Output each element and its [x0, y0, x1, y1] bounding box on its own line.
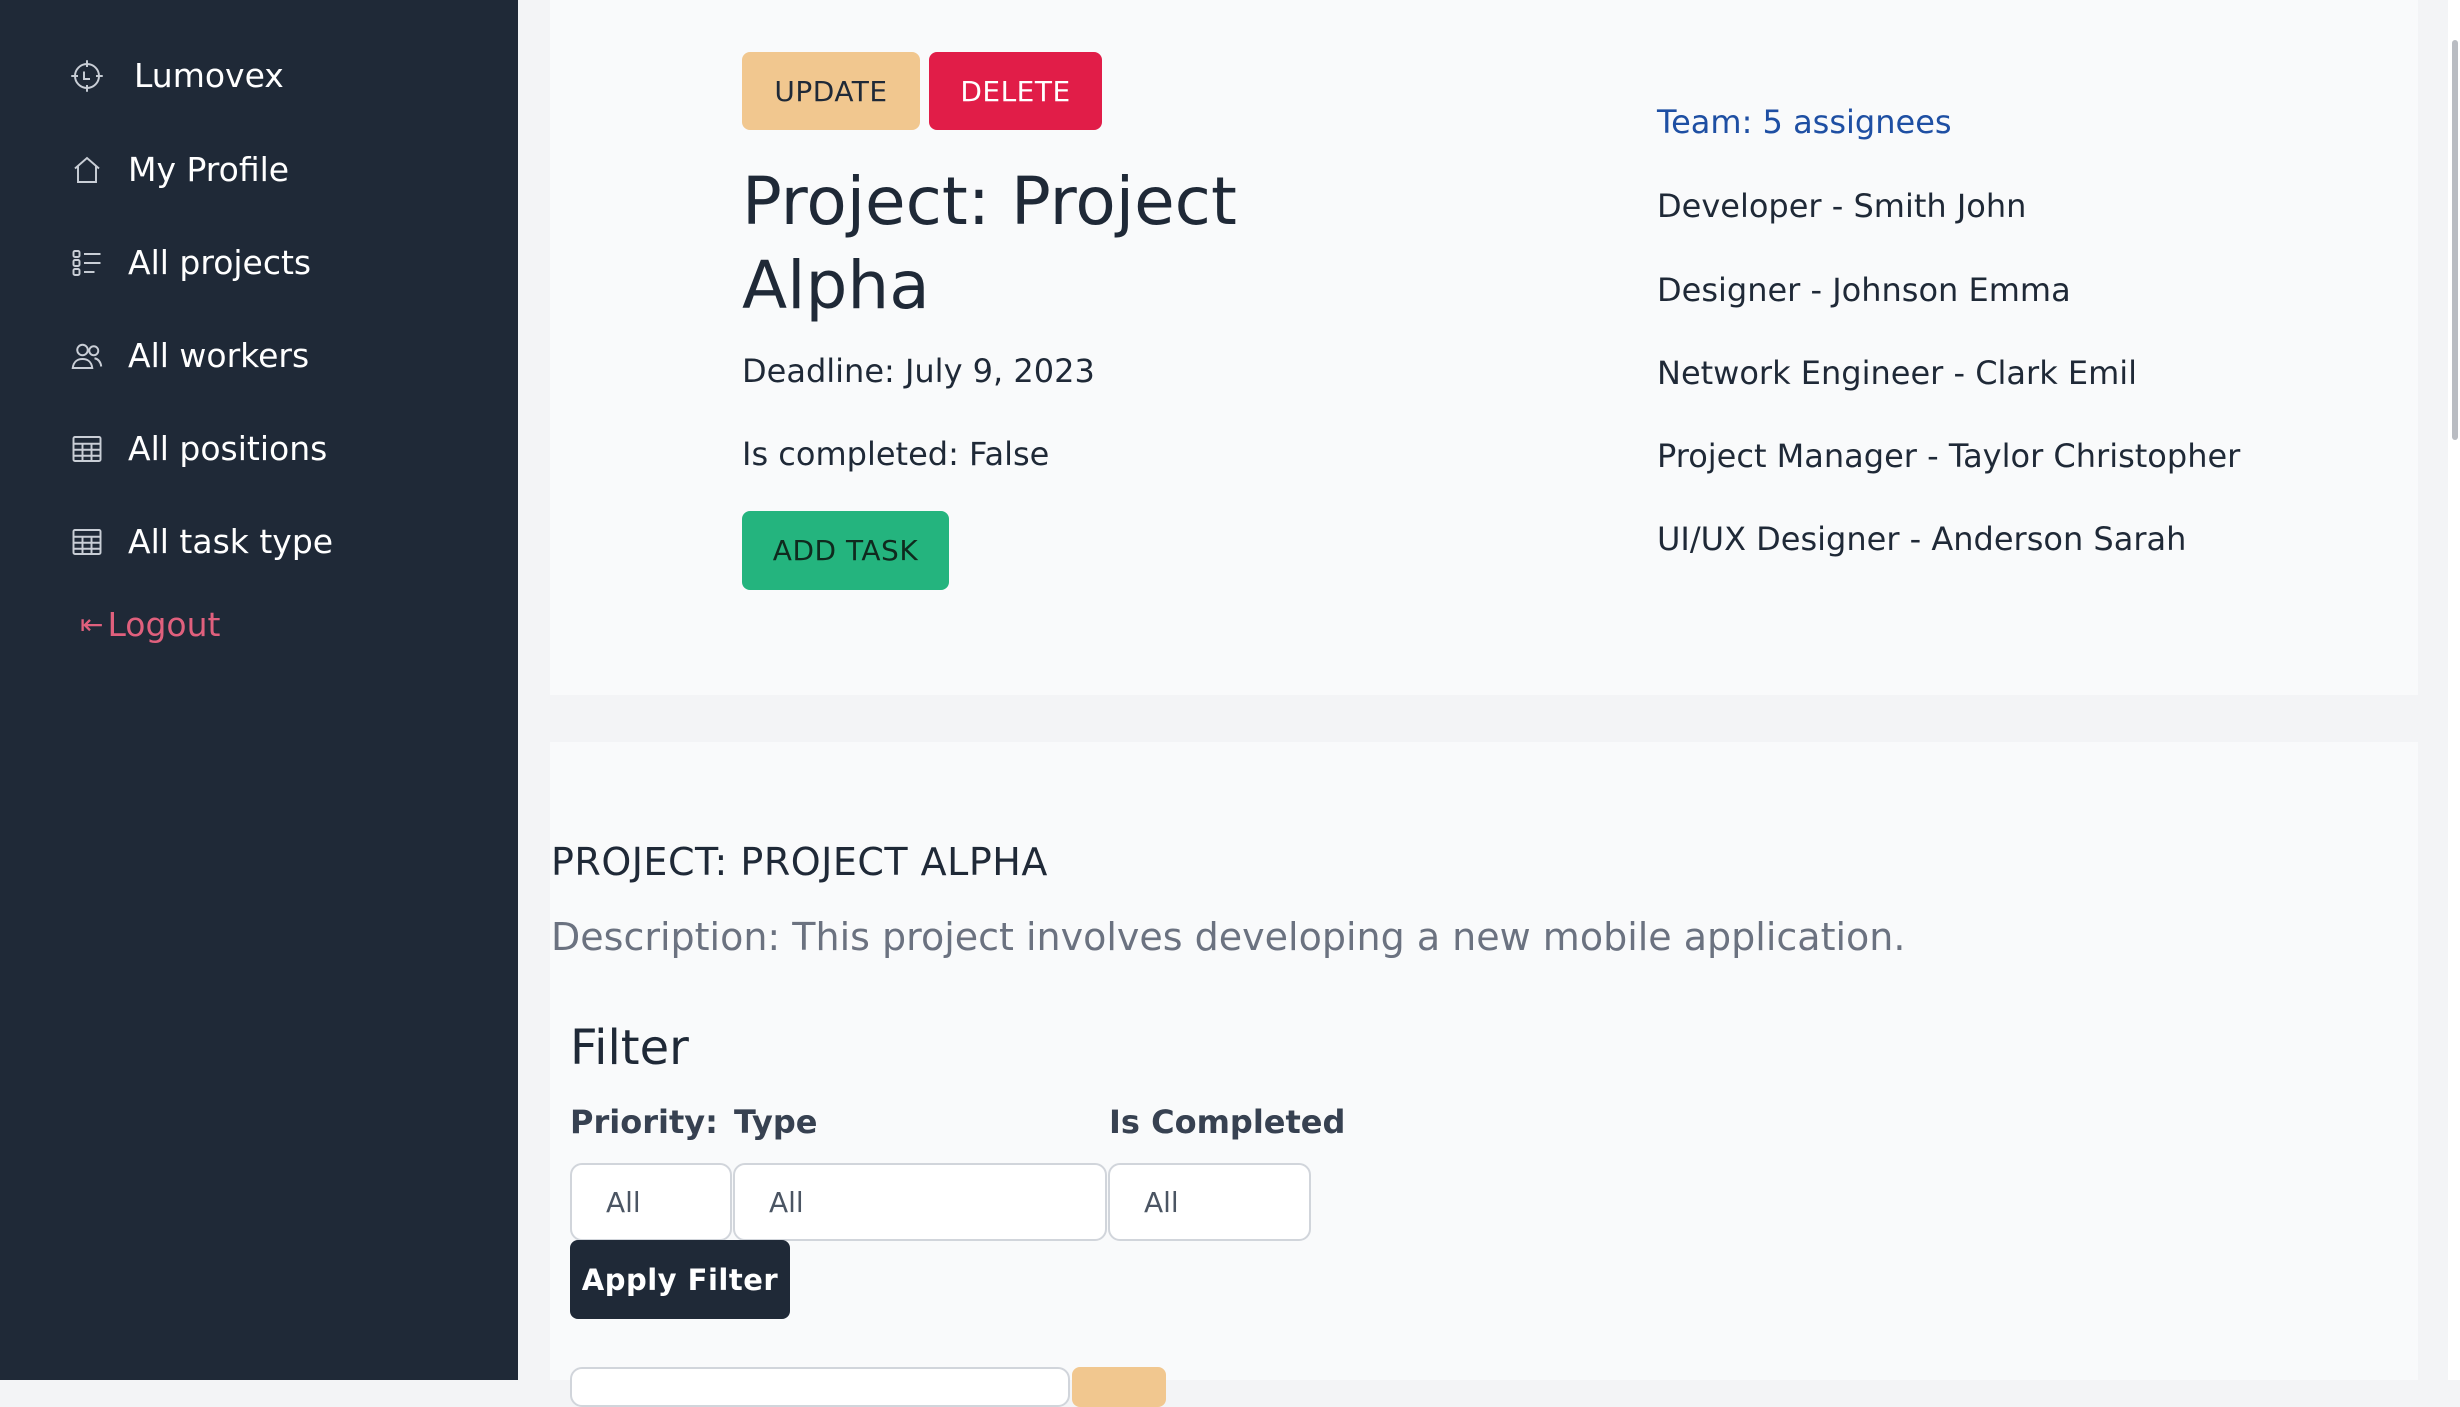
sidebar: Lumovex My Profile All projects All work… [0, 0, 518, 1380]
sidebar-item-label: All task type [128, 522, 334, 561]
team-member: Developer - Smith John [1657, 187, 2027, 225]
page-title: Project: Project Alpha [742, 163, 1237, 324]
team-member: Network Engineer - Clark Emil [1657, 354, 2138, 392]
search-input[interactable] [570, 1367, 1070, 1407]
sidebar-item-my-profile[interactable]: My Profile [68, 150, 289, 189]
sidebar-item-label: All positions [128, 429, 328, 468]
type-label: Type [734, 1103, 818, 1141]
team-member: Designer - Johnson Emma [1657, 271, 2071, 309]
update-button[interactable]: UPDATE [742, 52, 920, 130]
scrollbar-thumb[interactable] [2452, 40, 2458, 440]
completed-select[interactable]: All [1108, 1163, 1311, 1241]
type-select[interactable]: All [733, 1163, 1107, 1241]
project-description: Description: This project involves devel… [551, 915, 1906, 959]
team-member: Project Manager - Taylor Christopher [1657, 437, 2241, 475]
users-icon [68, 337, 106, 375]
delete-button[interactable]: DELETE [929, 52, 1102, 130]
project-deadline: Deadline: July 9, 2023 [742, 352, 1095, 390]
logout-link[interactable]: ⇤ Logout [80, 605, 220, 644]
table-icon [68, 523, 106, 561]
crosshair-logo-icon [68, 57, 106, 95]
sidebar-item-label: All projects [128, 243, 312, 282]
sidebar-item-all-projects[interactable]: All projects [68, 243, 311, 282]
team-assignees-link[interactable]: Team: 5 assignees [1657, 103, 1952, 141]
brand-name: Lumovex [134, 56, 284, 95]
completed-label: Is Completed [1109, 1103, 1346, 1141]
logout-label: Logout [107, 605, 221, 644]
list-icon [68, 244, 106, 282]
project-completed-status: Is completed: False [742, 435, 1050, 473]
add-task-button[interactable]: ADD TASK [742, 511, 949, 590]
sidebar-item-all-task-type[interactable]: All task type [68, 522, 333, 561]
sidebar-item-all-workers[interactable]: All workers [68, 336, 309, 375]
brand-link[interactable]: Lumovex [68, 56, 284, 95]
project-details-card [550, 742, 2418, 1380]
sidebar-item-label: My Profile [128, 150, 290, 189]
project-details-heading: PROJECT: PROJECT ALPHA [551, 840, 1048, 884]
priority-select[interactable]: All [570, 1163, 732, 1241]
logout-icon: ⇤ [80, 608, 104, 641]
apply-filter-button[interactable]: Apply Filter [570, 1240, 790, 1319]
priority-label: Priority: [570, 1103, 718, 1141]
search-button[interactable] [1072, 1367, 1166, 1407]
table-icon [68, 430, 106, 468]
sidebar-item-all-positions[interactable]: All positions [68, 429, 327, 468]
sidebar-item-label: All workers [128, 336, 310, 375]
team-member: UI/UX Designer - Anderson Sarah [1657, 520, 2187, 558]
filter-title: Filter [570, 1020, 689, 1076]
home-icon [68, 151, 106, 189]
